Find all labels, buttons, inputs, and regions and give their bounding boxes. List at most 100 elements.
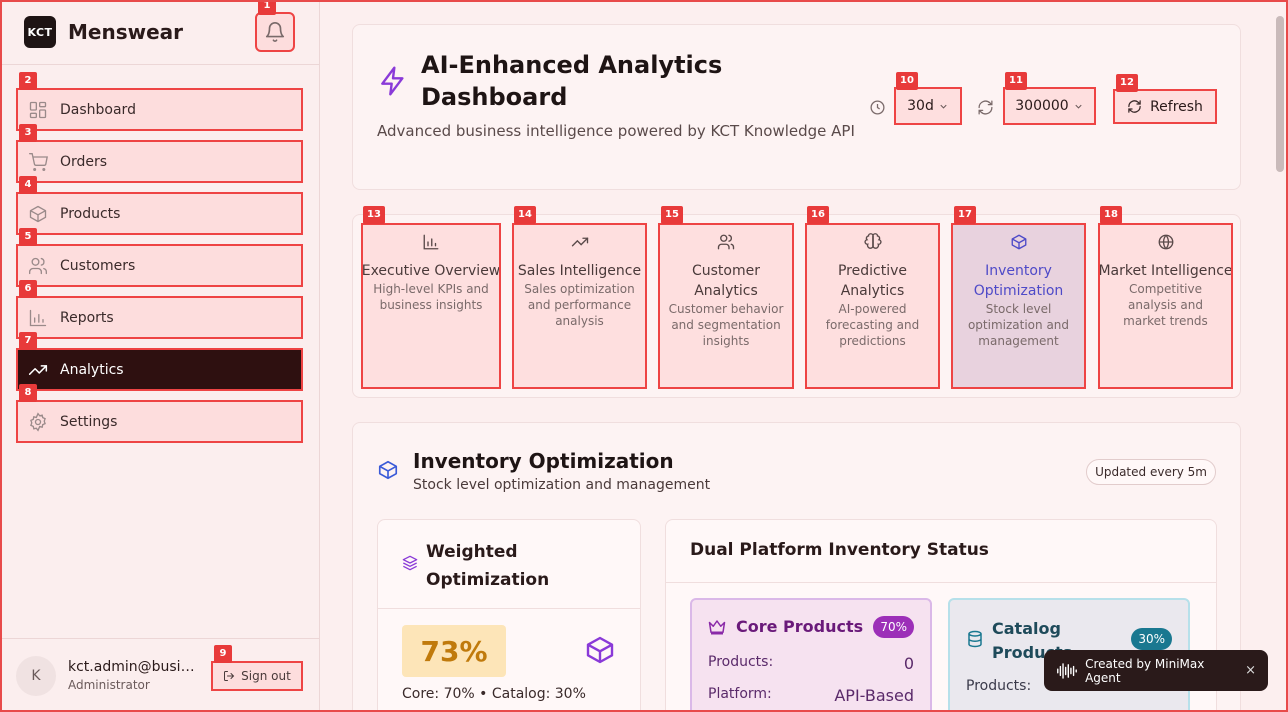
close-icon[interactable]: × xyxy=(1245,663,1256,678)
annotation-badge: 18 xyxy=(1100,206,1122,224)
cart-icon xyxy=(29,152,48,171)
tab-predictive-analytics[interactable]: Predictive Analytics AI-powered forecast… xyxy=(805,223,940,389)
lightning-icon xyxy=(381,66,404,96)
package-icon xyxy=(1011,234,1026,250)
annotation-badge: 15 xyxy=(661,206,683,224)
annotation-badge: 8 xyxy=(19,384,37,402)
tab-title: Inventory Optimization xyxy=(973,263,1064,299)
sidebar-item-reports[interactable]: Reports xyxy=(16,296,303,339)
tab-title: Customer Analytics xyxy=(691,263,760,299)
card-title: Weighted Optimization xyxy=(426,542,550,590)
tab-title: Executive Overview xyxy=(361,263,501,279)
gear-icon xyxy=(30,411,46,432)
package-icon xyxy=(378,460,398,480)
tab-sales-intelligence[interactable]: Sales Intelligence Sales optimization an… xyxy=(512,223,647,389)
clock-icon xyxy=(870,100,885,115)
sidebar-item-products[interactable]: Products xyxy=(16,192,303,235)
tab-title: Predictive Analytics xyxy=(837,263,907,299)
dashboard-header: AI-Enhanced Analytics Dashboard Advanced… xyxy=(352,24,1241,190)
tab-description: AI-powered forecasting and predictions xyxy=(825,302,920,348)
period-value: 30d xyxy=(907,98,934,114)
annotation-badge: 1 xyxy=(258,0,276,15)
annotation-badge: 11 xyxy=(1005,72,1027,90)
catalog-weight-pill: 30% xyxy=(1131,628,1172,650)
sidebar-item-customers[interactable]: Customers xyxy=(16,244,303,287)
sidebar-item-label: Reports xyxy=(60,309,114,326)
core-products-panel: Core Products 70% Products: 0 Platform: … xyxy=(690,598,932,712)
log-out-icon xyxy=(224,671,235,681)
globe-icon xyxy=(1158,234,1173,250)
section-title: Inventory Optimization xyxy=(413,449,674,473)
core-weight-pill: 70% xyxy=(873,616,914,638)
bar-chart-icon xyxy=(29,309,47,326)
brand: KCT Menswear xyxy=(24,16,183,48)
users-icon xyxy=(29,257,48,274)
tab-inventory-optimization[interactable]: Inventory Optimization Stock level optim… xyxy=(951,223,1086,389)
products-label: Products: xyxy=(966,678,1032,694)
sidebar-item-settings[interactable]: Settings xyxy=(16,400,303,443)
tab-title: Sales Intelligence xyxy=(517,263,642,279)
page-subtitle: Advanced business intelligence powered b… xyxy=(377,122,855,140)
user-email: kct.admin@business xyxy=(68,659,200,675)
sidebar-footer-divider xyxy=(0,638,319,639)
database-icon xyxy=(968,630,982,648)
tab-market-intelligence[interactable]: Market Intelligence Competitive analysis… xyxy=(1098,223,1233,389)
platform-value: API-Based xyxy=(834,686,914,705)
sidebar-item-label: Dashboard xyxy=(60,101,136,118)
tab-customer-analytics[interactable]: Customer Analytics Customer behavior and… xyxy=(658,223,794,389)
card-divider xyxy=(666,582,1216,583)
card-divider xyxy=(378,608,640,609)
sidebar-item-dashboard[interactable]: Dashboard xyxy=(16,88,303,131)
chevron-down-icon xyxy=(940,104,947,109)
bar-chart-icon xyxy=(423,234,439,250)
page-title: AI-Enhanced Analytics Dashboard xyxy=(421,51,723,111)
brand-logo: KCT xyxy=(24,16,56,48)
bell-icon xyxy=(265,22,285,42)
chevron-down-icon xyxy=(1075,104,1082,109)
sidebar-item-label: Analytics xyxy=(60,361,124,378)
sign-out-button[interactable]: Sign out xyxy=(211,661,303,691)
interval-value: 300000 xyxy=(1015,98,1069,114)
tab-description: Sales optimization and performance analy… xyxy=(524,282,635,328)
sidebar-item-orders[interactable]: Orders xyxy=(16,140,303,183)
annotation-badge: 7 xyxy=(19,332,37,350)
card-title: Dual Platform Inventory Status xyxy=(690,540,989,560)
optimization-percent: 73% xyxy=(402,625,506,677)
package-icon xyxy=(586,636,614,664)
refresh-label: Refresh xyxy=(1150,98,1203,115)
sidebar-item-label: Customers xyxy=(60,257,136,274)
refresh-interval-icon xyxy=(978,100,993,115)
sidebar-item-analytics[interactable]: Analytics xyxy=(16,348,303,391)
brand-name: Menswear xyxy=(68,20,184,44)
tab-description: Competitive analysis and market trends xyxy=(1123,282,1208,328)
tab-description: Customer behavior and segmentation insig… xyxy=(668,302,784,348)
period-select[interactable]: 30d xyxy=(894,87,962,125)
package-icon xyxy=(29,205,47,222)
refresh-button[interactable]: Refresh xyxy=(1113,89,1217,124)
panel-title: Core Products xyxy=(736,617,864,636)
user-role: Administrator xyxy=(68,678,150,692)
interval-select[interactable]: 300000 xyxy=(1003,87,1096,125)
waveform-icon xyxy=(1057,662,1077,679)
section-subtitle: Stock level optimization and management xyxy=(413,477,711,493)
weight-split: Core: 70% • Catalog: 30% xyxy=(402,686,586,702)
crown-icon xyxy=(708,620,726,635)
sign-out-label: Sign out xyxy=(241,669,291,683)
weighted-optimization-card: Weighted Optimization 73% Core: 70% • Ca… xyxy=(377,519,641,712)
products-value: 0 xyxy=(903,654,914,673)
tab-description: Stock level optimization and management xyxy=(967,302,1070,348)
annotation-badge: 10 xyxy=(896,72,918,90)
annotation-badge: 5 xyxy=(19,228,37,246)
annotation-badge: 2 xyxy=(19,72,37,90)
notifications-button[interactable] xyxy=(255,12,295,52)
toast-text: Created by MiniMax Agent xyxy=(1085,656,1205,685)
annotation-badge: 16 xyxy=(807,206,829,224)
annotation-badge: 3 xyxy=(19,124,37,142)
sidebar: KCT Menswear Dashboard Orders Products C… xyxy=(0,0,320,712)
sidebar-item-label: Settings xyxy=(60,413,118,430)
layers-icon xyxy=(402,555,418,571)
annotation-badge: 17 xyxy=(954,206,976,224)
agent-credit-toast: Created by MiniMax Agent × xyxy=(1044,650,1268,691)
scrollbar[interactable] xyxy=(1276,16,1284,172)
tab-executive-overview[interactable]: Executive Overview High-level KPIs and b… xyxy=(361,223,501,389)
